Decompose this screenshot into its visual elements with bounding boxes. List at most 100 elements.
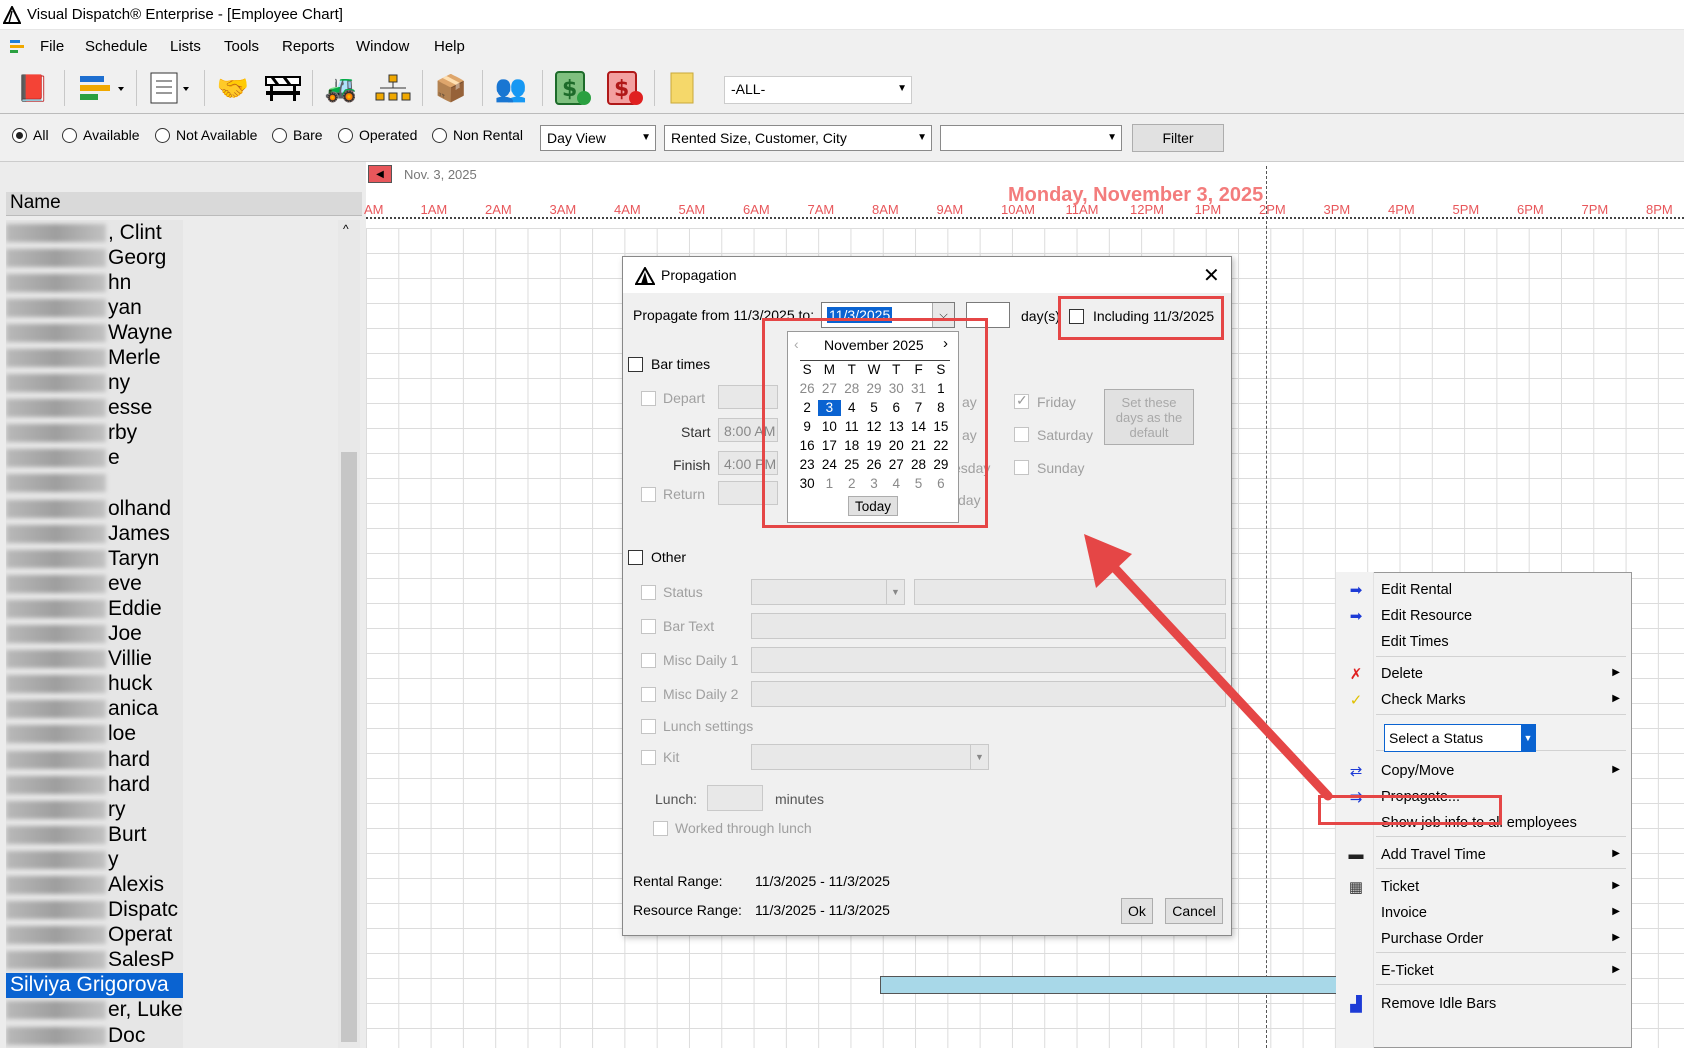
employee-row[interactable]: y — [6, 847, 183, 872]
ok-button[interactable]: Ok — [1121, 898, 1153, 924]
org-chart-icon[interactable] — [372, 68, 414, 108]
employee-row[interactable]: Georg — [6, 245, 183, 270]
bar-times-checkbox[interactable] — [628, 357, 643, 372]
employee-row[interactable]: yan — [6, 295, 183, 320]
saturday-checkbox[interactable] — [1014, 427, 1029, 442]
return-checkbox[interactable] — [641, 487, 656, 502]
employee-row[interactable]: hard — [6, 747, 183, 772]
close-icon[interactable]: ✕ — [1203, 263, 1220, 288]
employee-row[interactable]: Burt — [6, 822, 183, 847]
menu-reports[interactable]: Reports — [282, 38, 335, 55]
resource-filter-combo[interactable]: -ALL- ▼ — [724, 76, 912, 104]
employee-row[interactable]: Eddie — [6, 596, 183, 621]
sticky-note-icon[interactable] — [662, 68, 704, 108]
app-menu-icon[interactable] — [10, 38, 26, 54]
menu-item-remove-idle-bars[interactable]: ▟ Remove Idle Bars — [1336, 992, 1632, 1018]
status-select[interactable]: ▼ — [751, 579, 905, 605]
employee-row[interactable]: er, Luke — [6, 998, 183, 1023]
menu-item-invoice[interactable]: Invoice ▶ — [1336, 901, 1632, 927]
set-default-days-button[interactable]: Set these days as the default — [1104, 389, 1194, 445]
sort-select[interactable]: Rented Size, Customer, City ▼ — [664, 125, 932, 151]
money-stop-icon[interactable]: $ — [604, 68, 646, 108]
employee-row[interactable]: ny — [6, 371, 183, 396]
employee-row[interactable]: Merle — [6, 345, 183, 370]
dispatch-book-icon[interactable]: 📕 — [12, 68, 54, 108]
kit-checkbox[interactable] — [641, 750, 656, 765]
employee-row[interactable]: James — [6, 521, 183, 546]
excavator-icon[interactable]: 🚜 — [320, 68, 362, 108]
menu-item-e-ticket[interactable]: E-Ticket ▶ — [1336, 959, 1632, 985]
menu-lists[interactable]: Lists — [170, 38, 201, 55]
employee-row[interactable]: Silviya Grigorova — [6, 972, 183, 998]
menu-file[interactable]: File — [40, 38, 64, 55]
radio-not-available[interactable]: Not Available — [155, 127, 257, 143]
radio-all[interactable]: All — [12, 127, 49, 143]
worked-lunch-checkbox[interactable] — [653, 821, 668, 836]
package-icon[interactable]: 📦 — [430, 68, 472, 108]
employee-row[interactable]: ry — [6, 797, 183, 822]
other-checkbox[interactable] — [628, 550, 643, 565]
employee-row[interactable]: esse — [6, 396, 183, 421]
employee-row[interactable]: , Clint — [6, 220, 183, 245]
radio-operated[interactable]: Operated — [338, 127, 417, 143]
employee-row[interactable]: anica — [6, 697, 183, 722]
employee-row[interactable] — [6, 471, 183, 496]
misc-daily-1-checkbox[interactable] — [641, 653, 656, 668]
status-select[interactable]: Select a Status ▼ — [1384, 724, 1536, 752]
scroll-up-icon[interactable]: ^ — [343, 222, 349, 236]
menu-item-check-marks[interactable]: ✓ Check Marks ▶ — [1336, 688, 1632, 714]
sunday-checkbox[interactable] — [1014, 460, 1029, 475]
menu-item-edit-rental[interactable]: ➡ Edit Rental — [1336, 578, 1632, 604]
radio-non-rental[interactable]: Non Rental — [432, 127, 523, 143]
employee-row[interactable]: olhand — [6, 496, 183, 521]
menu-item-edit-times[interactable]: Edit Times — [1336, 630, 1632, 656]
menu-item-delete[interactable]: ✗ Delete ▶ — [1336, 662, 1632, 688]
money-approve-icon[interactable]: $ — [552, 68, 594, 108]
friday-checkbox[interactable] — [1014, 392, 1029, 409]
menu-item-edit-resource[interactable]: ➡ Edit Resource — [1336, 604, 1632, 630]
bar-chart-dropdown-icon[interactable] — [74, 68, 130, 108]
employee-row[interactable]: Dispatc — [6, 898, 183, 923]
handshake-icon[interactable]: 🤝 — [212, 68, 254, 108]
menu-item-copy-move[interactable]: ⇄ Copy/Move ▶ — [1336, 759, 1632, 785]
employee-row[interactable]: Villie — [6, 647, 183, 672]
view-select[interactable]: Day View ▼ — [540, 125, 656, 151]
employee-row[interactable]: huck — [6, 672, 183, 697]
employee-row[interactable]: Taryn — [6, 546, 183, 571]
prev-day-button[interactable]: ◀ — [368, 165, 392, 183]
employee-row[interactable]: hard — [6, 772, 183, 797]
radio-bare[interactable]: Bare — [272, 127, 323, 143]
menu-schedule[interactable]: Schedule — [85, 38, 148, 55]
menu-item-ticket[interactable]: ▦ Ticket ▶ — [1336, 875, 1632, 901]
employee-row[interactable]: loe — [6, 722, 183, 747]
employee-row[interactable]: eve — [6, 571, 183, 596]
depart-checkbox[interactable] — [641, 391, 656, 406]
employee-row[interactable]: Alexis — [6, 872, 183, 897]
extra-select[interactable]: ▼ — [940, 125, 1122, 151]
kit-select[interactable]: ▼ — [751, 744, 989, 770]
employee-row[interactable]: e — [6, 446, 183, 471]
employee-row[interactable]: SalesP — [6, 948, 183, 973]
employee-row[interactable]: Doc — [6, 1023, 183, 1048]
employee-row[interactable]: hn — [6, 270, 183, 295]
menu-item-add-travel-time[interactable]: ▬ Add Travel Time ▶ — [1336, 843, 1632, 869]
menu-help[interactable]: Help — [434, 38, 465, 55]
menu-window[interactable]: Window — [356, 38, 409, 55]
menu-item-purchase-order[interactable]: Purchase Order ▶ — [1336, 927, 1632, 953]
filter-button[interactable]: Filter — [1132, 124, 1224, 152]
cancel-button[interactable]: Cancel — [1165, 898, 1223, 924]
document-dropdown-icon[interactable] — [144, 68, 196, 108]
menu-item-select-a-status[interactable]: Select a Status ▼ — [1336, 724, 1632, 752]
rental-bar[interactable] — [880, 976, 1340, 994]
radio-available[interactable]: Available — [62, 127, 140, 143]
lunch-minutes-field[interactable] — [707, 785, 763, 811]
lunch-settings-checkbox[interactable] — [641, 719, 656, 734]
employee-row[interactable]: Joe — [6, 622, 183, 647]
employee-row[interactable]: Wayne — [6, 320, 183, 345]
employee-row[interactable]: Operat — [6, 923, 183, 948]
status-checkbox[interactable] — [641, 585, 656, 600]
barricade-icon[interactable] — [262, 68, 304, 108]
scrollbar-thumb[interactable] — [341, 452, 357, 1042]
employee-row[interactable]: rby — [6, 421, 183, 446]
misc-daily-2-checkbox[interactable] — [641, 687, 656, 702]
